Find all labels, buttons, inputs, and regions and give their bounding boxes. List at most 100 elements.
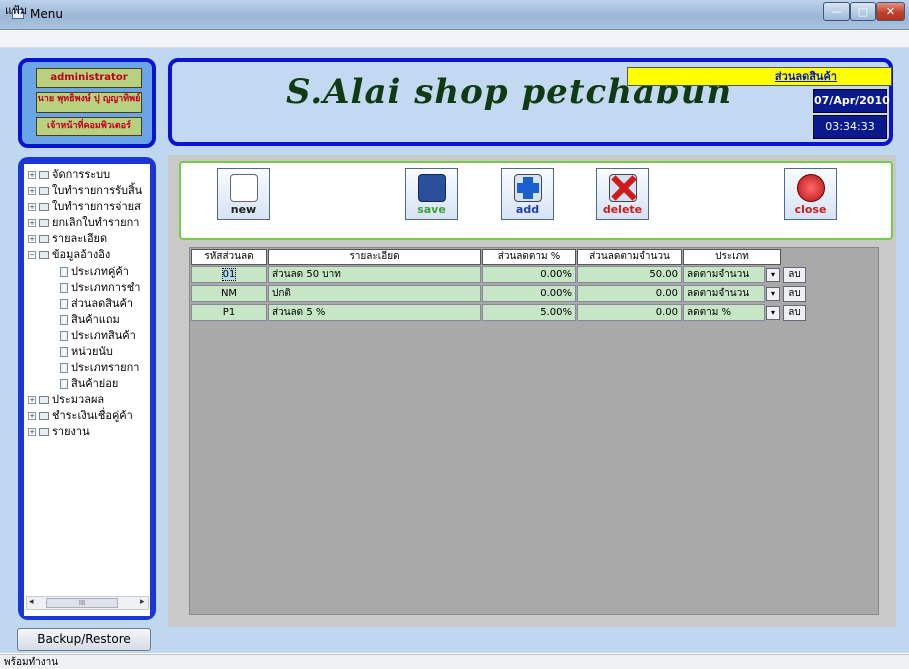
tree-item-unit[interactable]: หน่วยนับ: [60, 344, 113, 359]
tree-item-partner-type[interactable]: ประเภทคู่ค้า: [60, 264, 129, 279]
cell-type-select[interactable]: ลดตาม %: [683, 304, 765, 321]
document-icon: [60, 283, 68, 293]
tree-item-credit-payment[interactable]: + ชำระเงินเชื่อคู่ค้า: [28, 408, 133, 423]
cell-type-select[interactable]: ลดตามจำนวน: [683, 266, 765, 283]
window-title: Menu: [30, 7, 63, 21]
folder-icon: [39, 219, 49, 227]
delete-row-button[interactable]: ลบ: [783, 305, 806, 321]
cell-detail[interactable]: ปกติ: [268, 285, 481, 302]
window-title-bar: [0, 0, 909, 30]
date-display: 07/Apr/2010: [813, 89, 890, 113]
folder-icon: [39, 428, 49, 436]
folder-icon: [39, 171, 49, 179]
tree-item-product-type[interactable]: ประเภทสินค้า: [60, 328, 136, 343]
folder-icon: [39, 396, 49, 404]
cell-code[interactable]: NM: [191, 285, 267, 302]
delete-x-icon: [609, 174, 637, 202]
tree-item-process[interactable]: + ประมวลผล: [28, 392, 104, 407]
status-bar: [0, 654, 909, 669]
menu-bar: [0, 31, 909, 48]
add-plus-icon: [514, 174, 542, 202]
document-icon: [60, 347, 68, 357]
close-form-button[interactable]: close: [784, 168, 837, 220]
tree-item-system[interactable]: + จัดการระบบ: [28, 167, 110, 182]
close-window-button[interactable]: ✕: [876, 2, 905, 21]
tree-item-free-item[interactable]: สินค้าแถม: [60, 312, 120, 327]
column-header-type[interactable]: ประเภท: [683, 249, 781, 265]
folder-icon: [39, 203, 49, 211]
expand-icon[interactable]: +: [28, 171, 36, 179]
maximize-button[interactable]: □: [850, 2, 876, 21]
tree-item-reports[interactable]: + รายงาน: [28, 424, 90, 439]
chevron-down-icon[interactable]: ▾: [766, 268, 780, 282]
cell-amount[interactable]: 50.00: [577, 266, 682, 283]
cell-detail[interactable]: ส่วนลด 5 %: [268, 304, 481, 321]
new-button[interactable]: new: [217, 168, 270, 220]
power-off-icon: [797, 174, 825, 202]
document-icon: [60, 315, 68, 325]
scrollbar-thumb[interactable]: III: [46, 598, 118, 608]
save-disk-icon: [418, 174, 446, 202]
column-header-percent[interactable]: ส่วนลดตาม %: [482, 249, 576, 265]
column-header-amount[interactable]: ส่วนลดตามจำนวน: [577, 249, 682, 265]
folder-icon: [39, 412, 49, 420]
user-department-button[interactable]: เจ้าหน้าที่คอมพิวเตอร์: [36, 117, 142, 136]
chevron-down-icon[interactable]: ▾: [766, 306, 780, 320]
expand-icon[interactable]: +: [28, 187, 36, 195]
collapse-icon[interactable]: −: [28, 251, 36, 259]
cell-amount[interactable]: 0.00: [577, 304, 682, 321]
folder-open-icon: [39, 251, 49, 259]
menu-file[interactable]: แฟ้ม: [5, 1, 27, 19]
discount-grid: [189, 247, 879, 615]
cell-code[interactable]: P1: [191, 304, 267, 321]
cell-code[interactable]: 01: [191, 266, 267, 283]
nav-tree: + จัดการระบบ + ใบทำรายการรับสิ้น + ใบทำรายก…: [24, 164, 150, 616]
page-title-link[interactable]: ส่วนลดสินค้า: [627, 67, 892, 86]
cell-amount[interactable]: 0.00: [577, 285, 682, 302]
user-role-button[interactable]: administrator: [36, 68, 142, 88]
scroll-left-icon[interactable]: ◂: [29, 597, 34, 607]
delete-row-button[interactable]: ลบ: [783, 286, 806, 302]
user-name-button[interactable]: นาย พุทธิพงษ์ ปุ ญญาทิพย์: [36, 92, 142, 113]
new-document-icon: [230, 174, 258, 202]
column-header-code[interactable]: รหัสส่วนลด: [191, 249, 267, 265]
cell-detail[interactable]: ส่วนลด 50 บาท: [268, 266, 481, 283]
tree-item-sub-product[interactable]: สินค้าย่อย: [60, 376, 118, 391]
chevron-down-icon[interactable]: ▾: [766, 287, 780, 301]
time-display: 03:34:33: [813, 115, 887, 139]
tree-item-receive[interactable]: + ใบทำรายการรับสิ้น: [28, 183, 142, 198]
scroll-right-icon[interactable]: ▸: [140, 597, 145, 607]
expand-icon[interactable]: +: [28, 203, 36, 211]
cell-percent[interactable]: 0.00%: [482, 266, 576, 283]
document-icon: [60, 379, 68, 389]
minimize-button[interactable]: —: [823, 2, 850, 21]
backup-restore-button[interactable]: Backup/Restore: [17, 628, 151, 651]
expand-icon[interactable]: +: [28, 396, 36, 404]
expand-icon[interactable]: +: [28, 428, 36, 436]
expand-icon[interactable]: +: [28, 219, 36, 227]
folder-icon: [39, 235, 49, 243]
tree-item-reference[interactable]: − ข้อมูลอ้างอิง: [28, 247, 110, 262]
expand-icon[interactable]: +: [28, 412, 36, 420]
tree-item-issue[interactable]: + ใบทำรายการจ่ายส: [28, 199, 141, 214]
tree-item-details[interactable]: + รายละเอียด: [28, 231, 107, 246]
delete-button[interactable]: delete: [596, 168, 649, 220]
column-header-detail[interactable]: รายละเอียด: [268, 249, 481, 265]
cell-percent[interactable]: 5.00%: [482, 304, 576, 321]
cell-percent[interactable]: 0.00%: [482, 285, 576, 302]
status-text: พร้อมทำงาน: [4, 657, 59, 668]
document-icon: [60, 299, 68, 309]
document-icon: [60, 267, 68, 277]
tree-item-payment-type[interactable]: ประเภทการชำ: [60, 280, 140, 295]
expand-icon[interactable]: +: [28, 235, 36, 243]
tree-item-product-discount[interactable]: ส่วนลดสินค้า: [60, 296, 133, 311]
user-panel: administrator นาย พุทธิพงษ์ ปุ ญญาทิพย์ …: [18, 58, 156, 148]
cell-type-select[interactable]: ลดตามจำนวน: [683, 285, 765, 302]
folder-icon: [39, 187, 49, 195]
tree-item-transaction-type[interactable]: ประเภทรายกา: [60, 360, 139, 375]
save-button[interactable]: save: [405, 168, 458, 220]
add-button[interactable]: add: [501, 168, 554, 220]
delete-row-button[interactable]: ลบ: [783, 267, 806, 283]
tree-item-cancel[interactable]: + ยกเลิกใบทำรายกา: [28, 215, 139, 230]
document-icon: [60, 363, 68, 373]
